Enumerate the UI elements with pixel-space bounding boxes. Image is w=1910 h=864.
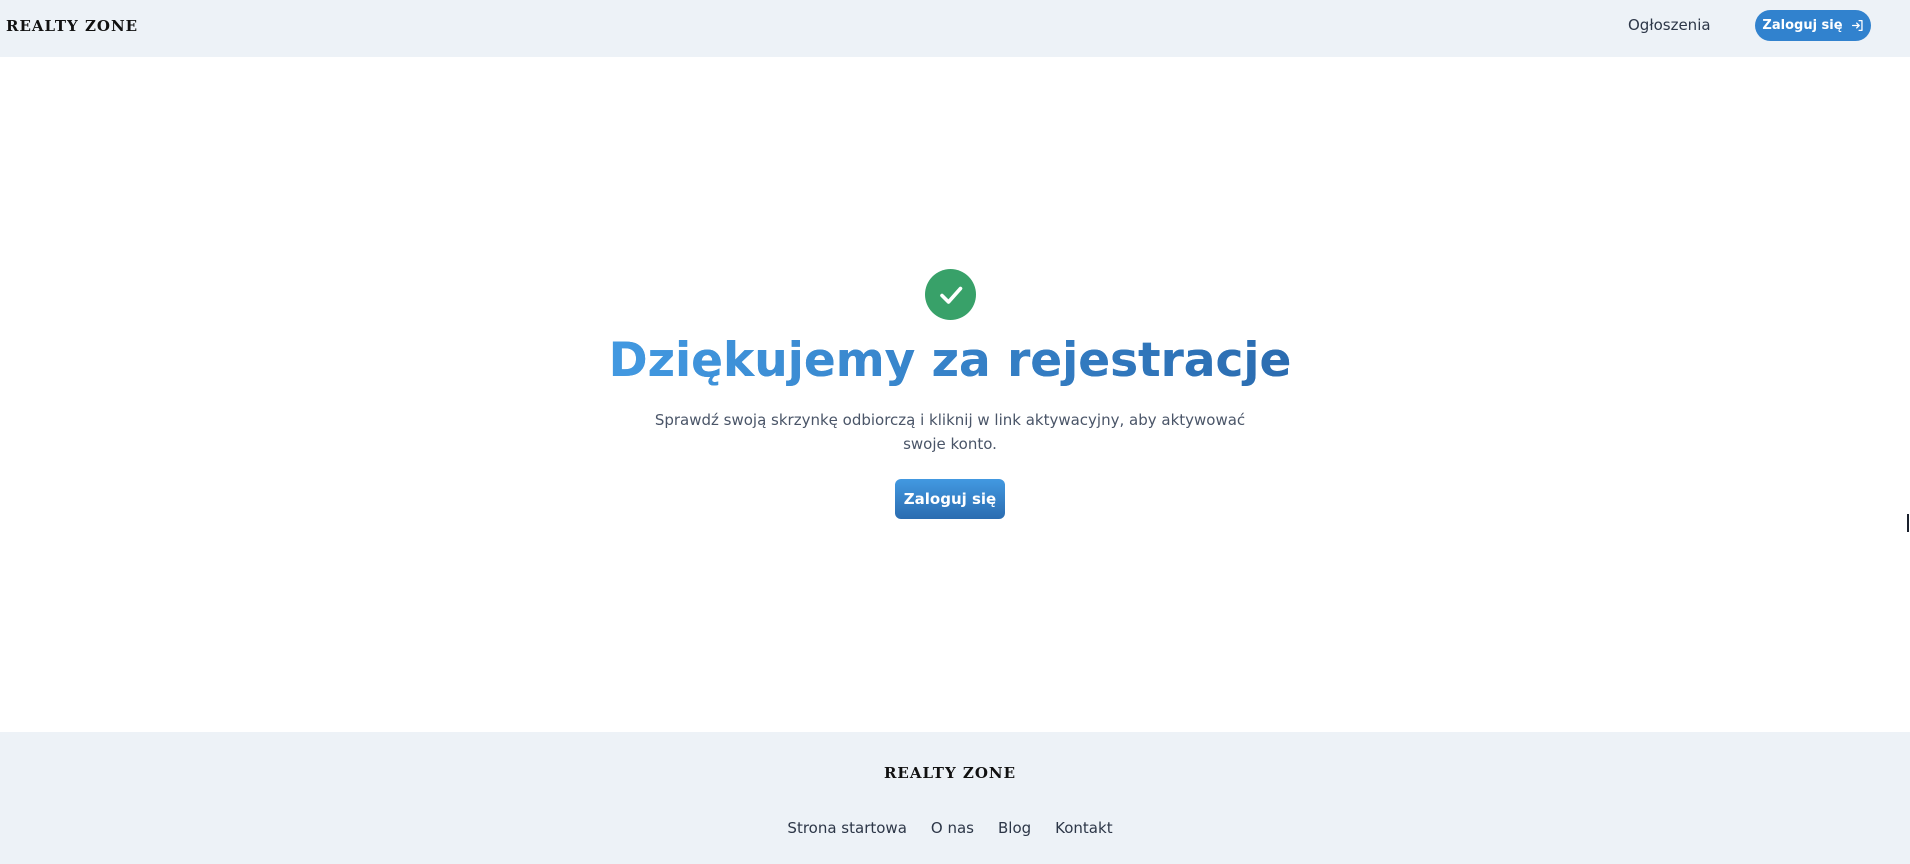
- login-arrow-icon: [1851, 19, 1863, 32]
- header-login-button[interactable]: Zaloguj się: [1755, 10, 1871, 41]
- footer-link-blog[interactable]: Blog: [998, 819, 1031, 837]
- site-footer: REALTY ZONE Strona startowa O nas Blog K…: [0, 732, 1910, 864]
- activation-message: Sprawdź swoją skrzynkę odbiorczą i klikn…: [654, 411, 1246, 453]
- footer-link-home[interactable]: Strona startowa: [787, 819, 906, 837]
- header-login-label: Zaloguj się: [1762, 18, 1843, 33]
- footer-link-contact[interactable]: Kontakt: [1055, 819, 1112, 837]
- footer-link-about[interactable]: O nas: [931, 819, 974, 837]
- login-button[interactable]: Zaloguj się: [895, 479, 1005, 519]
- page-title: Dziękujemy za rejestracje: [0, 330, 1900, 392]
- checkmark-icon: [939, 286, 962, 304]
- page-title-text: Dziękujemy za rejestracje: [608, 333, 1292, 388]
- footer-brand-logo: REALTY ZONE: [883, 764, 1017, 782]
- footer-nav: Strona startowa O nas Blog Kontakt: [0, 819, 1900, 837]
- text-cursor-indicator: [1907, 514, 1909, 532]
- brand-logo[interactable]: REALTY ZONE: [6, 17, 138, 35]
- site-header: REALTY ZONE Ogłoszenia Zaloguj się: [0, 0, 1910, 57]
- nav-link-listings[interactable]: Ogłoszenia: [1628, 16, 1711, 34]
- check-circle-icon: [925, 269, 976, 320]
